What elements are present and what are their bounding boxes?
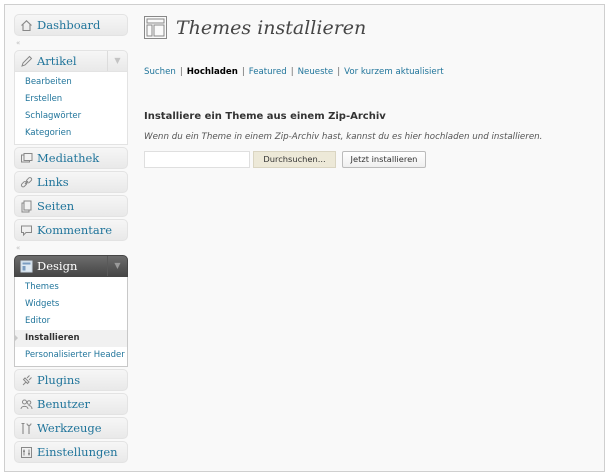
menu-plugins-label: Plugins [37,373,81,387]
appearance-icon [144,16,167,39]
submenu-item-kategorien[interactable]: Kategorien [15,125,127,142]
menu-artikel-label: Artikel [37,54,77,68]
menu-einstellungen-label: Einstellungen [37,445,118,459]
menu-links[interactable]: Links [14,171,128,193]
admin-menu: Dashboard « Artikel ▼ Bearbeiten Erstell… [14,14,128,465]
menu-benutzer[interactable]: Benutzer [14,393,128,415]
menu-werkzeuge-label: Werkzeuge [37,421,102,435]
separator-arrow-icon: « [16,39,21,47]
submenu-item-personalisierter-header[interactable]: Personalisierter Header [15,347,127,364]
media-icon [20,152,33,165]
link-icon [20,176,33,189]
submenu-design: Themes Widgets Editor Installieren Perso… [14,277,128,367]
submenu-item-editor[interactable]: Editor [15,313,127,330]
tab-vor-kurzem-aktualisiert[interactable]: Vor kurzem aktualisiert [344,67,443,77]
menu-artikel[interactable]: Artikel ▼ [14,50,128,72]
submenu-item-bearbeiten[interactable]: Bearbeiten [15,74,127,91]
tab-divider: | [179,67,183,77]
tab-featured[interactable]: Featured [249,67,287,77]
submenu-item-schlagwoerter[interactable]: Schlagwörter [15,108,127,125]
menu-design[interactable]: Design ▼ [14,255,128,277]
section-heading: Installiere ein Theme aus einem Zip-Arch… [144,111,386,122]
users-icon [20,398,33,411]
menu-werkzeuge[interactable]: Werkzeuge [14,417,128,439]
page-title: Themes installieren [176,17,367,39]
menu-dashboard-label: Dashboard [37,18,101,32]
dashboard-icon [20,19,33,32]
menu-kommentare-label: Kommentare [37,223,113,237]
menu-seiten-label: Seiten [37,199,75,213]
submenu-item-erstellen[interactable]: Erstellen [15,91,127,108]
comment-icon [20,224,33,237]
upload-description: Wenn du ein Theme in einem Zip-Archiv ha… [144,132,543,142]
menu-links-label: Links [37,175,69,189]
menu-separator[interactable]: « [14,243,128,253]
submenu-item-widgets[interactable]: Widgets [15,296,127,313]
menu-seiten[interactable]: Seiten [14,195,128,217]
plugin-icon [20,374,33,387]
menu-einstellungen[interactable]: Einstellungen [14,441,128,463]
menu-benutzer-label: Benutzer [37,397,91,411]
menu-mediathek[interactable]: Mediathek [14,147,128,169]
tab-divider: | [290,67,294,77]
main-content: Themes installieren Suchen | Hochladen | Fea… [144,14,594,168]
install-now-button[interactable]: Jetzt installieren [342,151,426,168]
menu-dashboard[interactable]: Dashboard [14,14,128,36]
menu-design-label: Design [37,259,78,273]
tools-icon [20,422,33,435]
submenu-item-installieren[interactable]: Installieren [14,330,127,347]
chevron-down-icon[interactable]: ▼ [107,256,127,276]
tab-hochladen[interactable]: Hochladen [187,67,238,77]
separator-arrow-icon: « [16,244,21,252]
submenu-item-themes[interactable]: Themes [15,279,127,296]
tab-links: Suchen | Hochladen | Featured | Neueste | Vor ku… [144,67,444,77]
page-header: Themes installieren [144,14,594,44]
appearance-icon [20,260,33,273]
chevron-down-icon[interactable]: ▼ [107,51,127,71]
tab-divider: | [241,67,245,77]
tab-divider: | [337,67,341,77]
pencil-icon [20,55,33,68]
menu-mediathek-label: Mediathek [37,151,100,165]
menu-plugins[interactable]: Plugins [14,369,128,391]
tab-neueste[interactable]: Neueste [298,67,334,77]
tab-suchen[interactable]: Suchen [144,67,176,77]
settings-icon [20,446,33,459]
file-path-input[interactable] [144,151,250,168]
submenu-artikel: Bearbeiten Erstellen Schlagwörter Katego… [14,72,128,145]
pages-icon [20,200,33,213]
browse-button[interactable]: Durchsuchen... [253,151,336,168]
menu-kommentare[interactable]: Kommentare [14,219,128,241]
menu-separator[interactable]: « [14,38,128,48]
